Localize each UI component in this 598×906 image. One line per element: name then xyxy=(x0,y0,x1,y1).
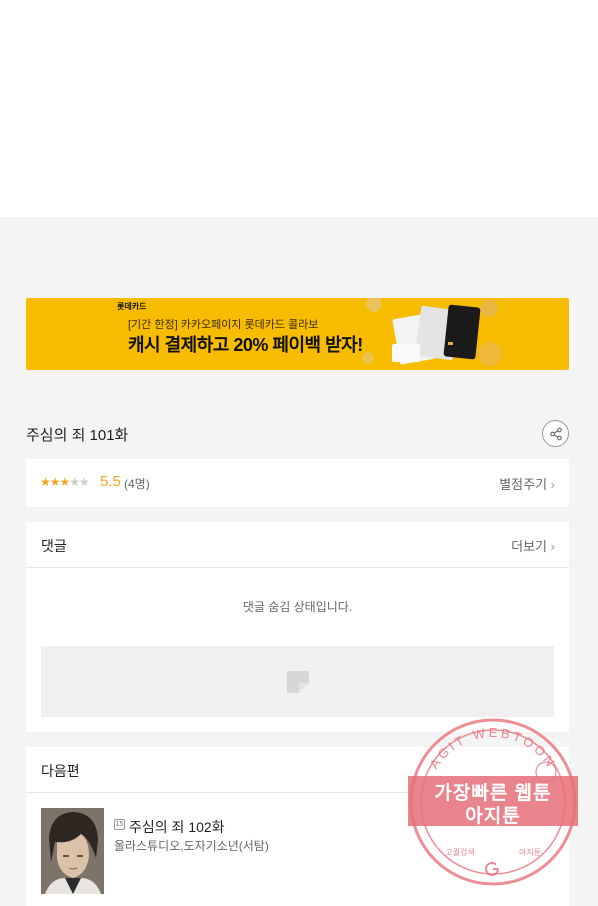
share-icon xyxy=(549,427,562,440)
watermark-line2: 아지툰 xyxy=(465,806,521,827)
banner-card-illustration xyxy=(362,298,502,366)
episode-title: 주심의 죄 101화 xyxy=(26,427,129,444)
content-area xyxy=(0,0,598,217)
comment-header: 댓글 더보기 › xyxy=(26,522,569,568)
next-episode-thumbnail[interactable] xyxy=(41,808,104,894)
chevron-right-icon: › xyxy=(550,539,555,554)
comment-section: 댓글 더보기 › 댓글 숨김 상태입니다. xyxy=(26,522,569,732)
lotte-card-promo-banner[interactable]: 롯데카드 [기간 한정] 카카오페이지 롯데카드 콜라보 캐시 결제하고 20%… xyxy=(26,298,569,370)
rating-stars: ★★★★★ xyxy=(40,475,90,489)
google-g-icon xyxy=(485,861,499,876)
next-episode-section-title: 다음편 xyxy=(41,763,80,779)
watermark-bottom-left: 고퀄검색 xyxy=(445,847,474,857)
rate-button[interactable]: 별점주기 › xyxy=(499,474,555,493)
share-button[interactable] xyxy=(542,420,569,447)
watermark-bottom-right: 아지툰 xyxy=(519,847,541,857)
comment-title: 댓글 xyxy=(41,538,67,554)
chevron-right-icon: › xyxy=(550,477,555,492)
next-episode-title[interactable]: 주심의 죄 102화 xyxy=(129,817,225,837)
next-episode-author: 올라스튜디오,도자기소년(서탐) xyxy=(114,839,269,853)
banner-subtitle: [기간 한정] 카카오페이지 롯데카드 콜라보 xyxy=(128,319,319,331)
banner-brand: 롯데카드 xyxy=(117,302,147,311)
age-rating-badge: 15 xyxy=(114,819,125,830)
rate-button-label: 별점주기 xyxy=(499,477,548,492)
banner-headline: 캐시 결제하고 20% 페이백 받자! xyxy=(128,335,363,355)
rating-card: ★★★★★ 5.5 (4명) 별점주기 › xyxy=(26,459,569,507)
image-placeholder-icon xyxy=(287,671,309,693)
character-portrait-icon xyxy=(41,808,104,894)
comment-more-button[interactable]: 더보기 › xyxy=(511,536,555,555)
rating-count: (4명) xyxy=(124,477,150,491)
comment-more-label: 더보기 xyxy=(511,539,548,554)
comment-placeholder-box xyxy=(41,646,554,717)
rating-score: 5.5 xyxy=(100,473,121,490)
comment-hidden-message: 댓글 숨김 상태입니다. xyxy=(242,600,353,614)
